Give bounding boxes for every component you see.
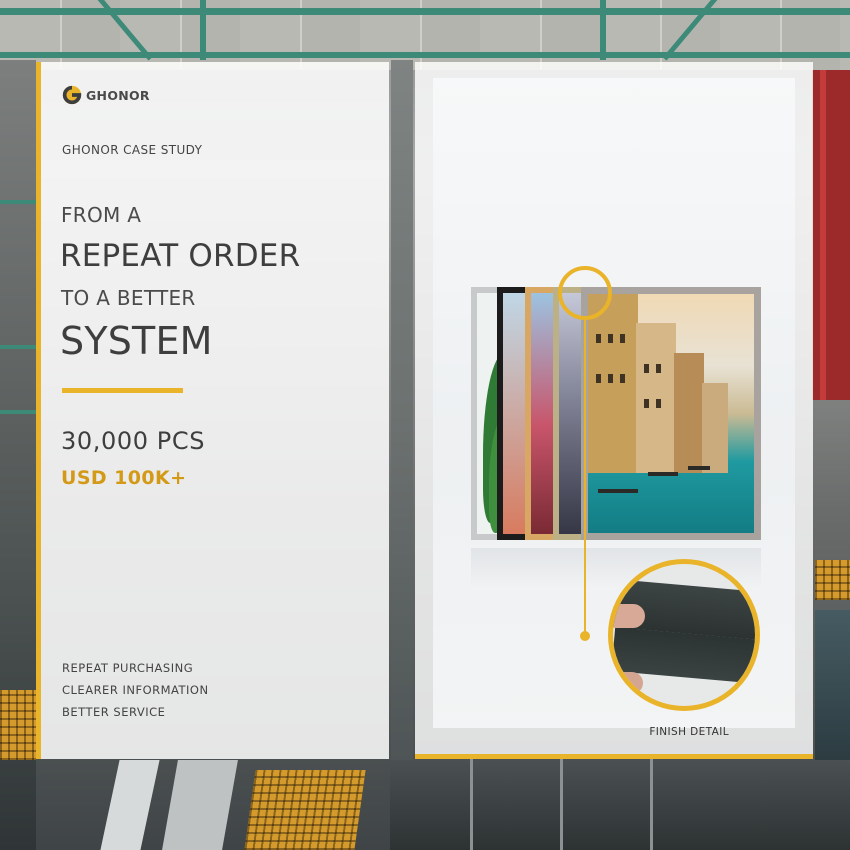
case-study-panel: GHONOR GHONOR CASE STUDY FROM A REPEAT O… — [36, 62, 389, 759]
product-panel: FINISH DETAIL — [415, 62, 813, 759]
accent-divider — [62, 388, 183, 393]
steel-beam — [0, 8, 850, 15]
window — [596, 334, 601, 343]
window — [656, 364, 661, 373]
callout-dot — [580, 631, 590, 641]
list-item: BETTER SERVICE — [62, 705, 166, 719]
building — [636, 323, 676, 473]
yellow-grate — [815, 560, 850, 600]
window — [620, 374, 625, 383]
floor-rail — [470, 755, 473, 850]
list-item: CLEARER INFORMATION — [62, 683, 209, 697]
boat — [688, 466, 710, 470]
finish-detail-zoom — [608, 559, 760, 711]
window — [644, 364, 649, 373]
window — [608, 374, 613, 383]
headline-line-1: FROM A — [61, 203, 142, 227]
building — [674, 353, 704, 473]
headline-line-2: REPEAT ORDER — [60, 238, 301, 274]
window — [644, 399, 649, 408]
headline-line-3: TO A BETTER — [61, 286, 196, 310]
center-column — [391, 60, 413, 760]
teal-rail — [0, 410, 36, 414]
steel-beam — [600, 0, 606, 60]
building — [702, 383, 728, 473]
brand: GHONOR — [61, 84, 150, 106]
yellow-grate — [244, 770, 366, 850]
ghonor-logo-icon — [62, 85, 82, 105]
building — [588, 294, 638, 473]
finish-detail-caption: FINISH DETAIL — [649, 726, 729, 738]
order-quantity: 30,000 PCS — [61, 427, 206, 455]
boat — [598, 489, 638, 493]
window — [620, 334, 625, 343]
finger — [613, 604, 645, 628]
detail-highlight-ring — [558, 266, 612, 320]
steel-beam — [200, 0, 206, 60]
headline-line-4: SYSTEM — [60, 319, 213, 363]
boat — [648, 472, 678, 476]
callout-line — [584, 320, 586, 635]
floor-rail — [560, 755, 563, 850]
list-item: REPEAT PURCHASING — [62, 661, 194, 675]
venice-artwork — [588, 294, 754, 533]
tank-water — [815, 610, 850, 770]
window — [596, 374, 601, 383]
steel-beam — [0, 52, 850, 58]
floor — [390, 760, 850, 850]
window — [656, 399, 661, 408]
brand-name: GHONOR — [86, 87, 150, 103]
eyebrow-label: GHONOR CASE STUDY — [62, 143, 203, 157]
benefits-list: REPEAT PURCHASING CLEARER INFORMATION BE… — [62, 657, 209, 723]
red-column — [812, 70, 850, 400]
finger — [613, 672, 643, 694]
teal-rail — [0, 345, 36, 349]
frame-taupe — [581, 287, 761, 540]
yellow-grate — [0, 690, 36, 760]
teal-rail — [0, 200, 36, 204]
order-value: USD 100K+ — [61, 467, 187, 489]
window — [608, 334, 613, 343]
floor-rail — [650, 755, 653, 850]
